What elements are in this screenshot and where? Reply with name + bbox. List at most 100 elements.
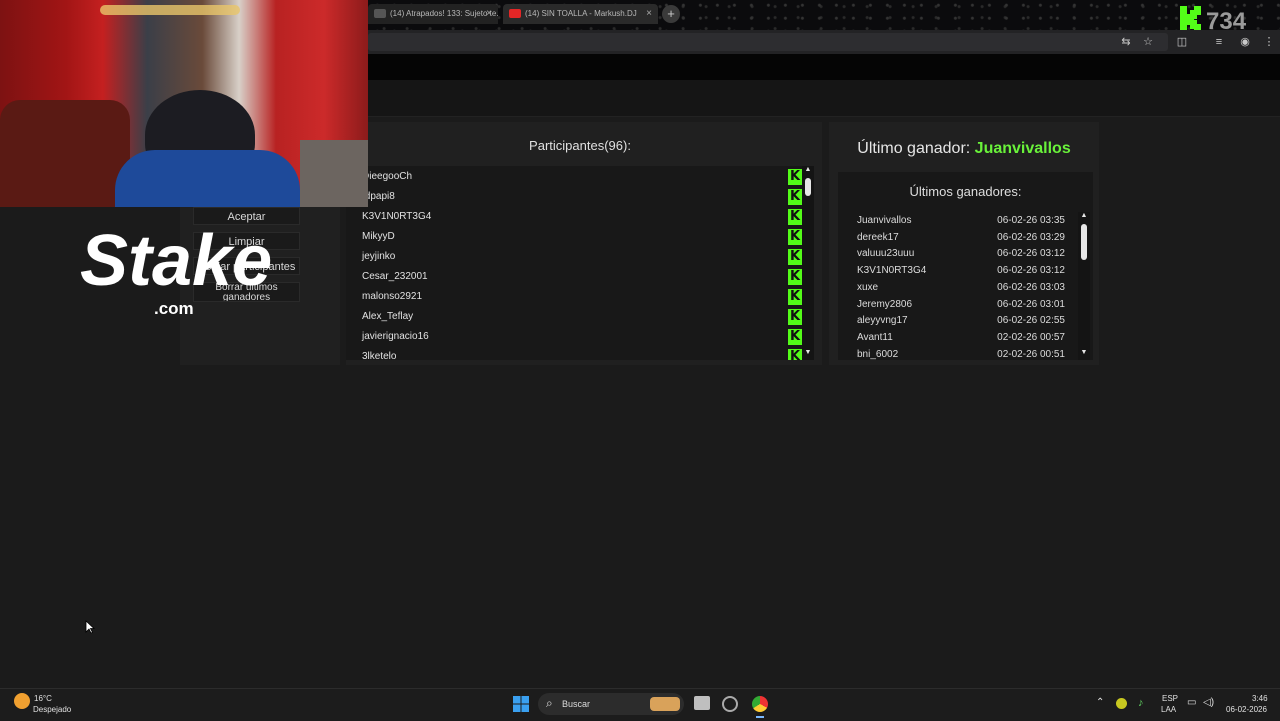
tray-app-icon[interactable]	[1116, 698, 1127, 709]
winners-scrollbar[interactable]: ▲ ▼	[1078, 212, 1090, 360]
tab-favicon-icon	[374, 9, 386, 18]
scroll-up-icon[interactable]: ▲	[802, 166, 814, 173]
weather-description[interactable]: Despejado	[33, 705, 71, 714]
scroll-thumb[interactable]	[1081, 224, 1087, 260]
windows-start-icon[interactable]	[513, 696, 529, 712]
winner-date: 06-02-26 03:03	[997, 281, 1065, 293]
participants-scrollbar[interactable]: ▲ ▼	[802, 166, 814, 360]
winner-date: 06-02-26 03:12	[997, 248, 1065, 260]
winner-row: bni_6002 02-02-26 00:51	[857, 347, 1067, 360]
participant-row: K3V1N0RT3G4 K	[362, 206, 802, 226]
settings-app-icon[interactable]	[722, 696, 738, 712]
tab-close-icon[interactable]: ×	[486, 4, 492, 24]
last-winner-name: Juanvivallos	[974, 140, 1071, 157]
participant-name: Alex_Teflay	[362, 311, 414, 322]
stake-logo-text: Stake	[80, 221, 272, 301]
participant-row: 3lketelo K	[362, 346, 802, 360]
kick-badge-icon: K	[788, 169, 802, 185]
scroll-down-icon[interactable]: ▼	[802, 349, 814, 356]
chrome-app-icon[interactable]	[752, 696, 768, 712]
winner-date: 06-02-26 02:55	[997, 315, 1065, 327]
browser-tab-atrapados[interactable]: (14) Atrapados! 133: Sujeto te... ×	[368, 4, 498, 24]
participant-row: Cesar_232001 K	[362, 266, 802, 286]
taskbar-search[interactable]: ⌕ Buscar	[538, 693, 684, 715]
tab-title: (14) Atrapados! 133: Sujeto te...	[390, 9, 498, 18]
winner-name: dereek17	[857, 231, 899, 243]
kick-badge-icon: K	[788, 249, 802, 265]
kick-badge-icon: K	[788, 209, 802, 225]
keyboard-layout[interactable]: LAA	[1161, 705, 1176, 714]
winner-row: Juanvivallos 06-02-26 03:35	[857, 213, 1067, 229]
mouse-cursor-icon	[85, 620, 95, 634]
scroll-down-icon[interactable]: ▼	[1078, 349, 1090, 356]
participant-row: Alex_Teflay K	[362, 306, 802, 326]
participants-list[interactable]: DieegooCh K Idpapi8 K K3V1N0RT3G4 K MikyyD Kjey…	[346, 166, 806, 360]
participant-row: javierignacio16 K	[362, 326, 802, 346]
winner-row: valuuu23uuu 06-02-26 03:12	[857, 246, 1067, 262]
tab-close-icon[interactable]: ×	[646, 4, 652, 24]
winner-name: K3V1N0RT3G4	[857, 265, 927, 277]
winners-list[interactable]: Juanvivallos 06-02-26 03:35 dereek17 06-02-…	[838, 172, 1093, 360]
media-icon[interactable]: ≡	[1212, 35, 1226, 49]
winner-row: Avant11 02-02-26 00:57	[857, 330, 1067, 346]
kick-badge-icon: K	[788, 189, 802, 205]
winner-date: 06-02-26 03:35	[997, 215, 1065, 226]
participant-row: Idpapi8 K	[362, 186, 802, 206]
winner-row: dereek17 06-02-26 03:29	[857, 230, 1067, 246]
participant-name: Cesar_232001	[362, 271, 428, 282]
winner-name: Avant11	[857, 331, 893, 343]
profile-icon[interactable]: ◉	[1238, 35, 1252, 49]
weather-icon[interactable]	[14, 693, 30, 709]
winner-date: 06-02-26 03:01	[997, 298, 1065, 310]
network-icon[interactable]: ▭	[1187, 697, 1196, 708]
winner-date: 06-02-26 03:29	[997, 231, 1065, 243]
winner-row: K3V1N0RT3G4 06-02-26 03:12	[857, 263, 1067, 279]
scroll-up-icon[interactable]: ▲	[1078, 212, 1090, 219]
tray-chevron-icon[interactable]: ⌃	[1096, 697, 1104, 708]
winner-date: 06-02-26 03:12	[997, 265, 1065, 277]
participant-row: DieegooCh K	[362, 166, 802, 186]
search-highlight-icon	[650, 697, 680, 711]
new-tab-button[interactable]: +	[662, 5, 680, 23]
active-app-indicator	[756, 716, 764, 718]
translate-icon[interactable]: ⇆	[1119, 35, 1133, 49]
bookmark-star-icon[interactable]: ☆	[1141, 35, 1155, 49]
clock-date[interactable]: 06-02-2026	[1226, 705, 1267, 714]
microphone-icon[interactable]: ♪	[1138, 697, 1144, 709]
participant-name: jeyjinko	[362, 251, 396, 262]
menu-kebab-icon[interactable]: ⋮	[1262, 35, 1276, 49]
browser-tab-sin-toalla[interactable]: (14) SIN TOALLA - Markush.DJ ×	[503, 4, 658, 24]
kick-badge-icon: K	[788, 289, 802, 305]
participant-row: malonso2921 K	[362, 286, 802, 306]
winner-name: Juanvivallos	[857, 215, 912, 226]
stake-logo: Stake .com	[80, 221, 272, 315]
kick-badge-icon: K	[788, 269, 802, 285]
address-bar[interactable]	[368, 33, 1168, 51]
winner-row: aleyyvng17 06-02-26 02:55	[857, 313, 1067, 329]
stake-domain-text: .com	[154, 299, 194, 315]
webcam-overlay	[0, 0, 368, 207]
kick-badge-icon: K	[788, 329, 802, 345]
tab-title: (14) SIN TOALLA - Markush.DJ	[525, 9, 637, 18]
last-winner-label: Último ganador:	[857, 140, 971, 157]
winner-date: 02-02-26 00:57	[997, 331, 1065, 343]
kick-badge-icon: K	[788, 309, 802, 325]
youtube-favicon-icon	[509, 9, 521, 18]
participant-name: malonso2921	[362, 291, 423, 302]
winner-name: xuxe	[857, 281, 879, 293]
volume-icon[interactable]: ◁)	[1203, 697, 1214, 708]
participant-row: MikyyD K	[362, 226, 802, 246]
extensions-icon[interactable]: ◫	[1175, 35, 1189, 49]
winner-name: valuuu23uuu	[857, 248, 915, 260]
weather-temperature[interactable]: 16°C	[34, 694, 52, 703]
winner-row: Jeremy2806 06-02-26 03:01	[857, 297, 1067, 313]
participant-name: DieegooCh	[362, 171, 413, 182]
search-placeholder: Buscar	[562, 699, 591, 709]
task-view-icon[interactable]	[694, 696, 710, 710]
clock-time[interactable]: 3:46	[1252, 694, 1268, 703]
participant-name: 3lketelo	[362, 351, 397, 360]
winner-name: bni_6002	[857, 348, 899, 360]
participant-name: MikyyD	[362, 231, 395, 242]
scroll-thumb[interactable]	[805, 178, 811, 196]
language-code[interactable]: ESP	[1162, 694, 1178, 703]
